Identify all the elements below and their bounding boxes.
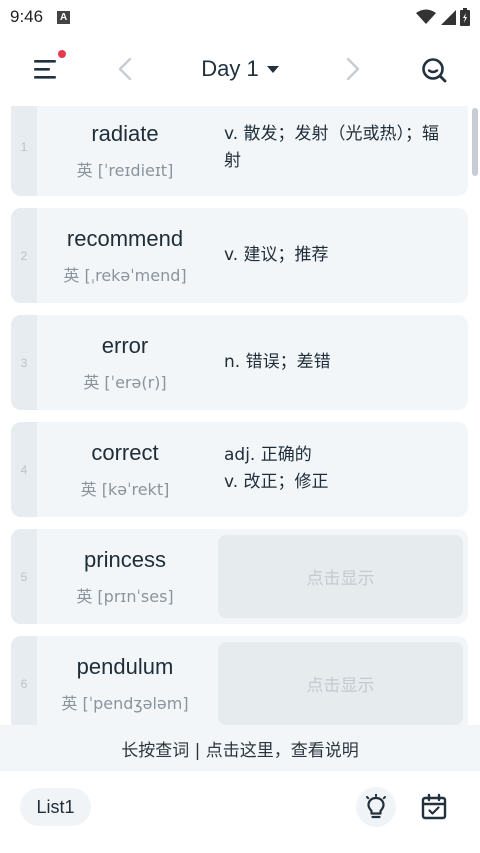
search-button[interactable] <box>418 54 450 86</box>
word-definition[interactable]: adj. 正确的 v. 改正；修正 <box>224 442 454 496</box>
word-index: 3 <box>11 315 37 410</box>
word-phonetic[interactable]: 英 [ˈpendʒələm] <box>61 690 188 714</box>
app-notification-icon: A <box>57 10 71 24</box>
word-index: 4 <box>11 422 37 517</box>
word-text[interactable]: error <box>102 333 148 359</box>
list-selector-chip[interactable]: List1 <box>20 788 91 826</box>
word-column: recommend 英 [ˌrekəˈmend] <box>37 208 213 303</box>
chevron-right-icon <box>346 57 360 81</box>
word-column: princess 英 [prɪnˈses] <box>37 529 213 624</box>
top-bar: Day 1 <box>0 34 480 106</box>
definition-line: v. 改正；修正 <box>224 472 329 492</box>
word-definition[interactable]: n. 错误；差错 <box>224 349 454 376</box>
calendar-check-icon <box>421 793 447 820</box>
word-phonetic[interactable]: 英 [ˌrekəˈmend] <box>63 262 186 286</box>
day-selector[interactable]: Day 1 <box>190 56 290 82</box>
word-phonetic[interactable]: 英 [ˈreɪdieɪt] <box>77 157 174 181</box>
word-column: correct 英 [kəˈrekt] <box>37 422 213 517</box>
word-index: 5 <box>11 529 37 624</box>
word-phonetic[interactable]: 英 [ˈerə(r)] <box>83 369 166 393</box>
battery-icon <box>460 8 470 26</box>
word-text[interactable]: radiate <box>91 121 158 147</box>
reveal-definition-button[interactable]: 点击显示 <box>218 642 463 725</box>
word-index: 6 <box>11 636 37 725</box>
chevron-left-icon <box>118 57 132 81</box>
word-list[interactable]: 1 radiate 英 [ˈreɪdieɪt] v. 散发；发射（光或热）；辐射… <box>0 106 480 725</box>
word-card[interactable]: 3 error 英 [ˈerə(r)] n. 错误；差错 <box>11 315 468 410</box>
notification-dot <box>58 50 66 58</box>
calendar-button[interactable] <box>416 789 452 825</box>
word-phonetic[interactable]: 英 [kəˈrekt] <box>81 476 170 500</box>
signal-icon <box>441 10 456 25</box>
previous-day-button[interactable] <box>110 54 140 84</box>
day-title: Day 1 <box>201 56 259 81</box>
bottom-bar: List1 <box>0 771 480 853</box>
word-definition[interactable]: v. 建议；推荐 <box>224 242 454 269</box>
status-icons <box>416 8 470 26</box>
definition-line: adj. 正确的 <box>224 445 312 465</box>
word-index: 2 <box>11 208 37 303</box>
word-phonetic[interactable]: 英 [prɪnˈses] <box>76 583 173 607</box>
word-definition[interactable]: v. 散发；发射（光或热）；辐射 <box>224 121 454 175</box>
word-card[interactable]: 6 pendulum 英 [ˈpendʒələm] 点击显示 <box>11 636 468 725</box>
word-card[interactable]: 2 recommend 英 [ˌrekəˈmend] v. 建议；推荐 <box>11 208 468 303</box>
word-text[interactable]: princess <box>84 547 166 573</box>
next-day-button[interactable] <box>338 54 368 84</box>
help-hint-bar[interactable]: 长按查词 | 点击这里，查看说明 <box>0 725 480 771</box>
word-text[interactable]: correct <box>91 440 158 466</box>
word-text[interactable]: pendulum <box>77 654 174 680</box>
caret-down-icon <box>266 65 279 73</box>
word-card[interactable]: 5 princess 英 [prɪnˈses] 点击显示 <box>11 529 468 624</box>
word-card[interactable]: 1 radiate 英 [ˈreɪdieɪt] v. 散发；发射（光或热）；辐射 <box>11 106 468 196</box>
search-icon <box>422 58 447 83</box>
status-time: 9:46 <box>10 7 44 26</box>
menu-button[interactable] <box>28 50 66 84</box>
lightbulb-icon <box>366 794 386 819</box>
word-index: 1 <box>11 106 37 196</box>
wifi-icon <box>416 9 436 24</box>
word-card[interactable]: 4 correct 英 [kəˈrekt] adj. 正确的 v. 改正；修正 <box>11 422 468 517</box>
hint-button[interactable] <box>356 787 396 827</box>
menu-icon <box>34 60 56 79</box>
word-text[interactable]: recommend <box>67 226 183 252</box>
scrollbar-thumb[interactable] <box>472 108 478 176</box>
word-column: pendulum 英 [ˈpendʒələm] <box>37 636 213 725</box>
word-column: error 英 [ˈerə(r)] <box>37 315 213 410</box>
status-bar: 9:46 A <box>0 0 480 34</box>
word-column: radiate 英 [ˈreɪdieɪt] <box>37 106 213 196</box>
reveal-definition-button[interactable]: 点击显示 <box>218 535 463 618</box>
